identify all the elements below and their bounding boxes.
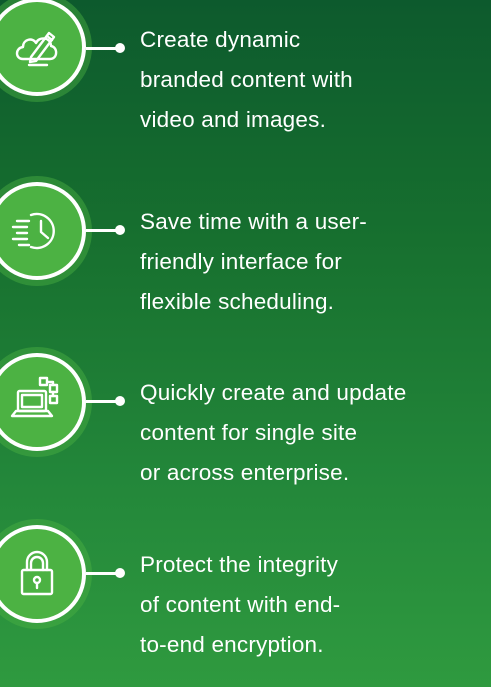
feature-item-encryption: Protect the integrity of content with en… — [0, 525, 491, 675]
feature-item-update-content: Quickly create and update content for si… — [0, 353, 491, 503]
feature-text-line: or across enterprise. — [140, 460, 350, 485]
feature-description: Save time with a user- friendly interfac… — [140, 202, 490, 322]
feature-text-line: branded content with — [140, 67, 353, 92]
feature-text-line: Protect the integrity — [140, 552, 339, 577]
feature-description: Protect the integrity of content with en… — [140, 545, 490, 665]
connector-dot — [115, 225, 125, 235]
cloud-pencil-icon — [0, 0, 86, 96]
feature-text-line: video and images. — [140, 107, 327, 132]
feature-text-line: of content with end- — [140, 592, 341, 617]
feature-description: Create dynamic branded content with vide… — [140, 20, 490, 140]
connector-dot — [115, 43, 125, 53]
fast-clock-icon — [0, 182, 86, 280]
feature-text-line: Save time with a user- — [140, 209, 367, 234]
padlock-icon — [0, 525, 86, 623]
laptop-network-icon — [0, 353, 86, 451]
feature-text-line: flexible scheduling. — [140, 289, 335, 314]
connector-dot — [115, 568, 125, 578]
feature-description: Quickly create and update content for si… — [140, 373, 490, 493]
connector-dot — [115, 396, 125, 406]
feature-text-line: Quickly create and update — [140, 380, 407, 405]
feature-text-line: friendly interface for — [140, 249, 342, 274]
features-panel: { "features": [ { "icon": "cloud-pencil-… — [0, 0, 491, 687]
feature-text-line: content for single site — [140, 420, 358, 445]
feature-text-line: to-end encryption. — [140, 632, 324, 657]
feature-text-line: Create dynamic — [140, 27, 301, 52]
feature-item-scheduling: Save time with a user- friendly interfac… — [0, 182, 491, 332]
feature-item-create-content: Create dynamic branded content with vide… — [0, 0, 491, 150]
